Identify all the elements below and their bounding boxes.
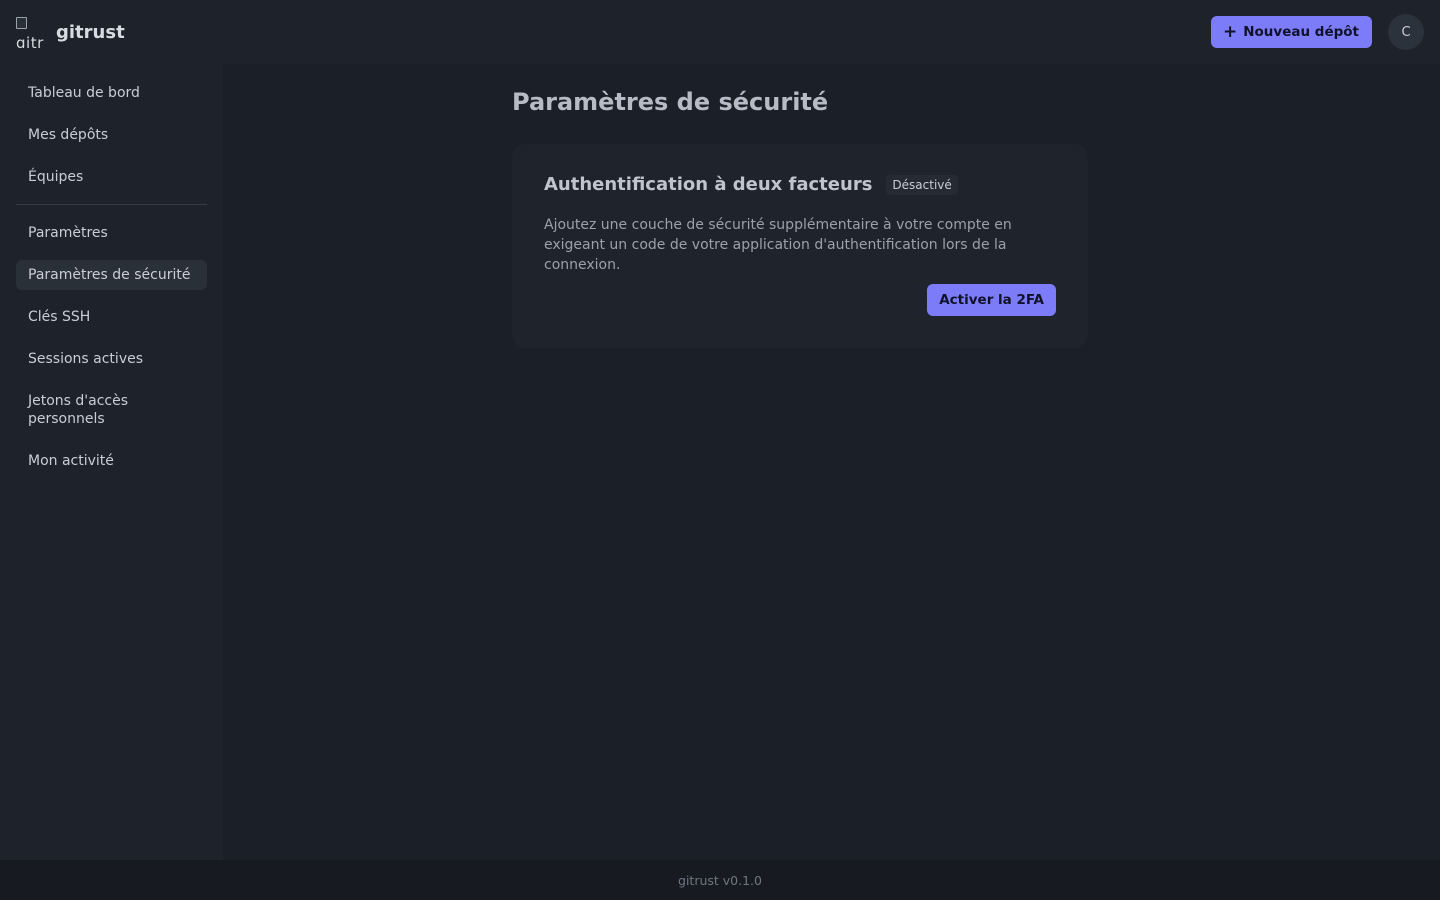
sidebar-item-access-tokens[interactable]: Jetons d'accès personnels bbox=[16, 386, 207, 434]
sidebar-item-dashboard[interactable]: Tableau de bord bbox=[16, 78, 207, 108]
logo-alt-text: gitr bbox=[16, 34, 44, 49]
card-header: Authentification à deux facteurs Désacti… bbox=[544, 174, 1056, 195]
brand-name[interactable]: gitrust bbox=[56, 22, 125, 43]
sidebar-item-settings[interactable]: Paramètres bbox=[16, 218, 207, 248]
sidebar-item-my-activity[interactable]: Mon activité bbox=[16, 446, 207, 476]
version-text: gitrust v0.1.0 bbox=[678, 872, 762, 888]
logo-icon: gitr bbox=[16, 16, 48, 48]
plus-icon: + bbox=[1222, 21, 1238, 42]
sidebar-item-security-settings[interactable]: Paramètres de sécurité bbox=[16, 260, 207, 290]
sidebar-divider bbox=[16, 204, 207, 205]
sidebar-item-my-repos[interactable]: Mes dépôts bbox=[16, 120, 207, 150]
top-bar: gitr gitrust + Nouveau dépôt C bbox=[0, 0, 1440, 64]
sidebar: Tableau de bord Mes dépôts Équipes Param… bbox=[0, 64, 223, 860]
page-title: Paramètres de sécurité bbox=[512, 88, 829, 116]
new-repo-label: Nouveau dépôt bbox=[1243, 24, 1359, 40]
enable-2fa-button[interactable]: Activer la 2FA bbox=[927, 284, 1056, 316]
footer: gitrust v0.1.0 bbox=[0, 860, 1440, 900]
status-badge: Désactivé bbox=[886, 174, 958, 195]
top-actions: + Nouveau dépôt C bbox=[1210, 14, 1424, 50]
broken-image-icon bbox=[16, 17, 27, 29]
avatar[interactable]: C bbox=[1388, 14, 1424, 50]
brand[interactable]: gitr gitrust bbox=[16, 16, 125, 48]
sidebar-item-ssh-keys[interactable]: Clés SSH bbox=[16, 302, 207, 332]
main-content: Paramètres de sécurité Authentification … bbox=[223, 64, 1440, 860]
sidebar-item-teams[interactable]: Équipes bbox=[16, 162, 207, 192]
new-repo-button[interactable]: + Nouveau dépôt bbox=[1210, 16, 1372, 48]
sidebar-item-active-sessions[interactable]: Sessions actives bbox=[16, 344, 207, 374]
two-factor-card: Authentification à deux facteurs Désacti… bbox=[512, 144, 1088, 348]
two-factor-description: Ajoutez une couche de sécurité supplémen… bbox=[544, 217, 1012, 273]
two-factor-title: Authentification à deux facteurs bbox=[544, 174, 873, 195]
